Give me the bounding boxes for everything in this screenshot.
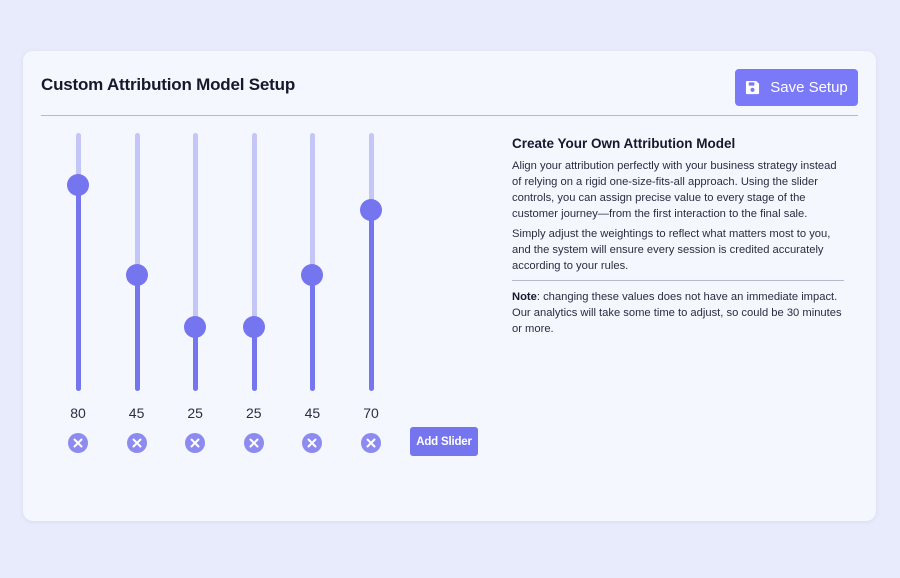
header-divider <box>41 115 858 116</box>
weight-slider[interactable]: 70 <box>351 133 391 453</box>
remove-slider-button[interactable] <box>126 433 147 453</box>
weight-slider[interactable]: 45 <box>117 133 157 453</box>
close-icon <box>73 438 83 448</box>
note-text: : changing these values does not have an… <box>512 291 842 335</box>
slider-thumb[interactable] <box>242 315 265 338</box>
slider-thumb[interactable] <box>125 263 148 286</box>
weight-slider[interactable]: 25 <box>175 133 215 453</box>
slider-fill <box>76 184 81 391</box>
slider-value: 45 <box>128 405 145 421</box>
slider-fill <box>369 210 374 391</box>
close-icon <box>132 438 142 448</box>
slider-value: 25 <box>187 405 203 421</box>
slider-thumb[interactable] <box>360 199 382 222</box>
page-title: Custom Attribution Model Setup <box>41 75 296 94</box>
remove-slider-button[interactable] <box>361 433 381 453</box>
slider-value: 45 <box>304 405 321 421</box>
close-icon <box>307 438 317 448</box>
weight-slider[interactable]: 45 <box>292 133 332 453</box>
remove-slider-button[interactable] <box>243 433 264 453</box>
close-icon <box>190 438 200 448</box>
close-icon <box>249 438 259 448</box>
slider-thumb[interactable] <box>301 263 324 286</box>
weight-slider[interactable]: 80 <box>58 133 98 453</box>
slider-thumb[interactable] <box>67 173 89 196</box>
save-setup-label: Save Setup <box>770 79 848 96</box>
floppy-disk-icon <box>745 80 760 95</box>
remove-slider-button[interactable] <box>302 433 323 453</box>
close-icon <box>366 438 376 448</box>
slider-value: 25 <box>246 405 262 421</box>
slider-value: 70 <box>363 405 379 421</box>
note-label: Note <box>512 291 537 303</box>
info-paragraph-1: Align your attribution perfectly with yo… <box>512 160 837 220</box>
info-paragraph-2: Simply adjust the weightings to reflect … <box>512 228 831 272</box>
remove-slider-button[interactable] <box>68 433 88 453</box>
info-note: Note: changing these values does not hav… <box>512 289 844 337</box>
weight-slider[interactable]: 25 <box>234 133 274 453</box>
attribution-setup-card: Custom Attribution Model Setup Save Setu… <box>23 51 876 521</box>
slider-fill <box>134 274 140 391</box>
slider-thumb[interactable] <box>184 315 207 338</box>
add-slider-button[interactable]: Add Slider <box>410 427 478 456</box>
save-setup-button[interactable]: Save Setup <box>735 69 858 106</box>
info-panel: Create Your Own Attribution Model Align … <box>512 136 844 341</box>
slider-value: 80 <box>70 405 86 421</box>
slider-fill <box>310 274 316 391</box>
remove-slider-button[interactable] <box>185 433 206 453</box>
info-divider <box>512 280 844 281</box>
info-heading: Create Your Own Attribution Model <box>512 136 736 151</box>
